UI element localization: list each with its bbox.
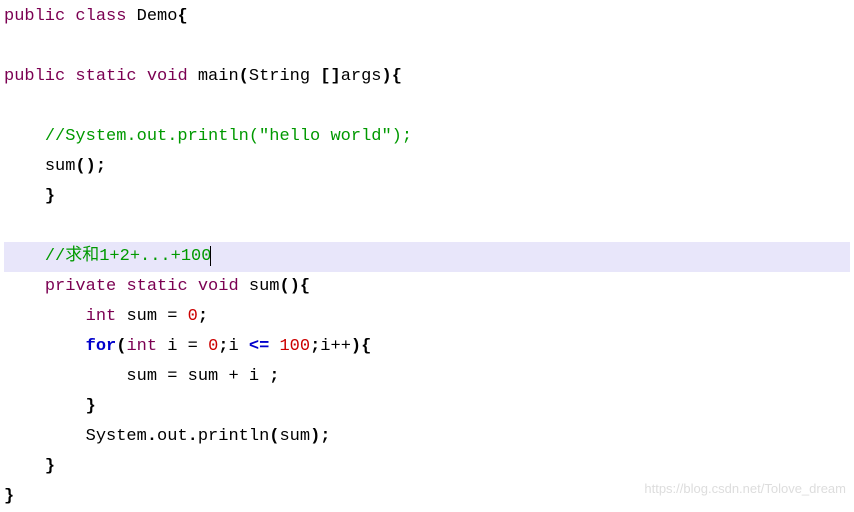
var-sum: sum [126, 307, 157, 326]
var-sum: sum [188, 367, 219, 386]
code-line-6: sum(); [4, 152, 850, 182]
paren-close: ) [290, 277, 300, 296]
semicolon: ; [96, 157, 106, 176]
code-line-15: System.out.println(sum); [4, 422, 850, 452]
code-line-7: } [4, 182, 850, 212]
method-println: println [198, 427, 269, 446]
semicolon: ; [198, 307, 208, 326]
code-line-5: //System.out.println("hello world"); [4, 122, 850, 152]
field-out: out [157, 427, 188, 446]
var-i: i [167, 337, 177, 356]
comment-line: //System.out.println("hello world"); [45, 127, 412, 146]
semicolon: ; [269, 367, 279, 386]
type-string: String [249, 67, 310, 86]
type-int: int [126, 337, 157, 356]
op-assign: = [167, 307, 177, 326]
keyword-static: static [126, 277, 187, 296]
dot: . [188, 427, 198, 446]
paren-close: ) [86, 157, 96, 176]
keyword-void: void [198, 277, 239, 296]
class-name: Demo [137, 7, 178, 26]
code-line-12: for(int i = 0;i <= 100;i++){ [4, 332, 850, 362]
code-line-1: public class Demo{ [4, 2, 850, 32]
literal-100: 100 [279, 337, 310, 356]
paren-open: ( [239, 67, 249, 86]
paren-open: ( [279, 277, 289, 296]
keyword-for: for [86, 337, 117, 356]
var-i: i [228, 337, 238, 356]
brace-close: } [86, 397, 96, 416]
param-args: args [341, 67, 382, 86]
code-line-13: sum = sum + i ; [4, 362, 850, 392]
text-cursor-icon [210, 246, 211, 266]
op-assign: = [188, 337, 198, 356]
brace-open: { [177, 7, 187, 26]
brace-close: } [45, 187, 55, 206]
brace-close: } [45, 457, 55, 476]
brace-open: { [361, 337, 371, 356]
code-line-16: } [4, 452, 850, 482]
code-line-9-highlighted: //求和1+2+...+100 [4, 242, 850, 272]
op-lte: <= [249, 337, 269, 356]
keyword-public: public [4, 67, 65, 86]
keyword-static: static [75, 67, 136, 86]
var-i: i [249, 367, 259, 386]
paren-close: ) [351, 337, 361, 356]
keyword-class: class [75, 7, 126, 26]
semicolon: ; [218, 337, 228, 356]
type-int: int [86, 307, 117, 326]
method-main: main [198, 67, 239, 86]
op-plus: + [228, 367, 238, 386]
paren-open: ( [116, 337, 126, 356]
comment-sum: //求和1+2+...+100 [45, 247, 212, 266]
op-increment: ++ [331, 337, 351, 356]
paren-open: ( [75, 157, 85, 176]
semicolon: ; [320, 427, 330, 446]
arg-sum: sum [279, 427, 310, 446]
literal-zero: 0 [188, 307, 198, 326]
code-line-4 [4, 92, 850, 122]
dot: . [147, 427, 157, 446]
method-sum: sum [249, 277, 280, 296]
code-line-17: } [4, 482, 850, 512]
array-brackets: [] [310, 67, 341, 86]
code-line-8 [4, 212, 850, 242]
keyword-void: void [147, 67, 188, 86]
code-line-11: int sum = 0; [4, 302, 850, 332]
keyword-public: public [4, 7, 65, 26]
code-line-10: private static void sum(){ [4, 272, 850, 302]
op-assign: = [167, 367, 177, 386]
semicolon: ; [310, 337, 320, 356]
paren-open: ( [269, 427, 279, 446]
paren-close: ) [382, 67, 392, 86]
brace-open: { [392, 67, 402, 86]
code-line-3: public static void main(String []args){ [4, 62, 850, 92]
var-i: i [320, 337, 330, 356]
brace-close: } [4, 487, 14, 506]
keyword-private: private [45, 277, 116, 296]
paren-close: ) [310, 427, 320, 446]
obj-system: System [86, 427, 147, 446]
code-line-2 [4, 32, 850, 62]
literal-zero: 0 [208, 337, 218, 356]
call-sum: sum [45, 157, 76, 176]
var-sum: sum [126, 367, 157, 386]
brace-open: { [300, 277, 310, 296]
code-line-14: } [4, 392, 850, 422]
